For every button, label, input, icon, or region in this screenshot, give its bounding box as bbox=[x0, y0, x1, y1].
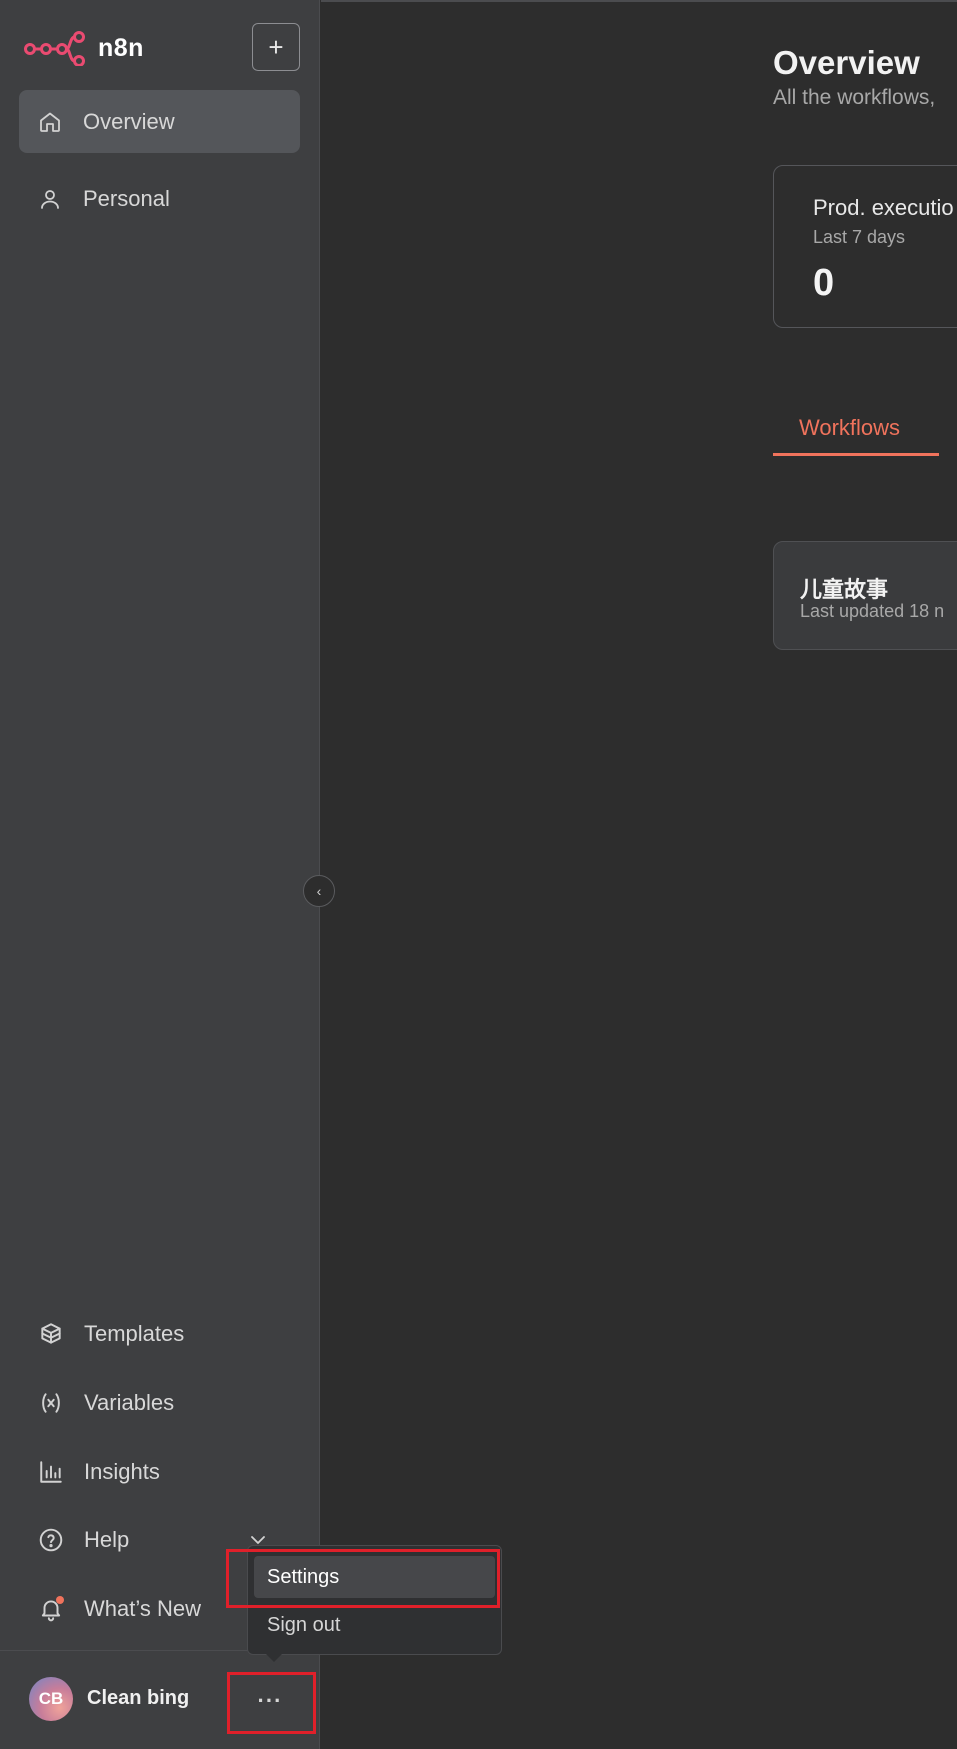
menu-item-settings[interactable]: Settings bbox=[254, 1556, 495, 1598]
plus-icon: + bbox=[268, 31, 284, 62]
sidebar: n8n + Overview Personal Templates Variab… bbox=[0, 0, 320, 1749]
app-name: n8n bbox=[98, 33, 144, 62]
stat-card-prod-executions[interactable]: Prod. executio Last 7 days 0 bbox=[773, 165, 957, 328]
page-title: Overview bbox=[773, 44, 920, 81]
notification-dot bbox=[56, 1596, 64, 1604]
sidebar-item-label: Overview bbox=[83, 108, 175, 134]
user-bar: CB Clean bing ··· bbox=[0, 1650, 320, 1749]
avatar[interactable]: CB bbox=[29, 1677, 73, 1721]
help-circle-icon bbox=[37, 1526, 65, 1554]
sidebar-item-label: Personal bbox=[83, 185, 170, 211]
workflow-card[interactable]: 儿童故事 Last updated 18 n bbox=[773, 541, 957, 650]
sidebar-item-help[interactable]: Help bbox=[37, 1520, 129, 1560]
main-content: Overview All the workflows, Prod. execut… bbox=[321, 0, 957, 1749]
more-options-button[interactable]: ··· bbox=[230, 1673, 310, 1729]
sidebar-item-label: What’s New bbox=[84, 1596, 201, 1621]
n8n-logo-icon bbox=[24, 31, 85, 66]
sidebar-item-label: Help bbox=[84, 1527, 130, 1552]
user-icon bbox=[37, 186, 63, 212]
sidebar-item-overview[interactable]: Overview bbox=[19, 90, 300, 153]
tab-label: Workflows bbox=[799, 415, 901, 440]
menu-item-sign-out[interactable]: Sign out bbox=[254, 1604, 495, 1646]
bar-chart-icon bbox=[37, 1458, 65, 1486]
sidebar-item-variables[interactable]: Variables bbox=[37, 1383, 174, 1423]
user-menu: Settings Sign out bbox=[247, 1545, 502, 1655]
ellipsis-icon: ··· bbox=[257, 1688, 283, 1713]
page-subtitle: All the workflows, bbox=[773, 86, 936, 109]
sidebar-item-label: Variables bbox=[84, 1390, 175, 1415]
workflow-name: 儿童故事 bbox=[800, 577, 889, 602]
sidebar-item-label: Insights bbox=[84, 1459, 160, 1484]
home-icon bbox=[37, 109, 63, 135]
collapse-sidebar-button[interactable]: ‹ bbox=[303, 875, 335, 907]
stat-value: 0 bbox=[813, 262, 835, 304]
chevron-left-icon: ‹ bbox=[316, 883, 322, 899]
sidebar-item-insights[interactable]: Insights bbox=[37, 1452, 160, 1492]
sidebar-item-templates[interactable]: Templates bbox=[37, 1314, 184, 1354]
sidebar-item-whats-new[interactable]: What’s New bbox=[37, 1589, 201, 1629]
tab-workflows[interactable]: Workflows bbox=[773, 412, 939, 456]
sidebar-item-personal[interactable]: Personal bbox=[19, 167, 300, 230]
menu-arrow bbox=[265, 1653, 283, 1662]
user-name: Clean bing bbox=[87, 1687, 190, 1709]
variable-icon bbox=[37, 1389, 65, 1417]
workflow-updated: Last updated 18 n bbox=[800, 601, 945, 621]
stat-title: Prod. executio bbox=[813, 195, 954, 220]
stat-period: Last 7 days bbox=[813, 227, 906, 247]
bell-icon bbox=[37, 1595, 65, 1623]
create-new-button[interactable]: + bbox=[252, 23, 300, 71]
logo[interactable]: n8n bbox=[24, 30, 144, 66]
sidebar-item-label: Templates bbox=[84, 1321, 185, 1346]
box-icon bbox=[37, 1320, 65, 1348]
